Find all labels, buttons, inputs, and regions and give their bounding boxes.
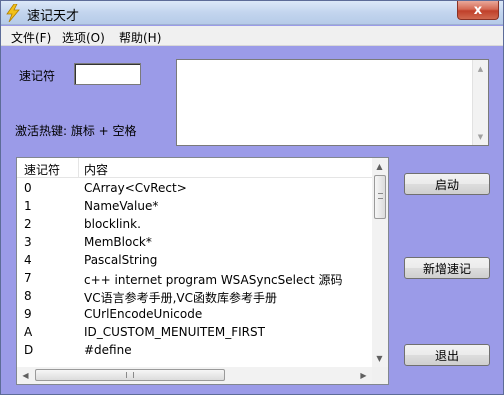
add-shortcut-button[interactable]: 新增速记 <box>404 257 490 279</box>
title-bar: 速记天才 x <box>1 1 503 25</box>
content-textarea[interactable]: ▲ ▼ <box>176 59 489 146</box>
row-value: CUrlEncodeUnicode <box>84 307 203 321</box>
row-value: c++ internet program WSASyncSelect 源码 <box>84 273 343 287</box>
vertical-scrollbar[interactable]: ▲ ▼ <box>372 158 388 367</box>
list-row[interactable]: 1 NameValue* <box>17 197 372 215</box>
vertical-scroll-thumb[interactable] <box>374 175 386 219</box>
list-row[interactable]: 9 CUrlEncodeUnicode <box>17 305 372 323</box>
close-button[interactable]: x <box>457 1 499 20</box>
menu-options[interactable]: 选项(O) <box>62 29 105 46</box>
list-row[interactable]: 2 blocklink. <box>17 215 372 233</box>
start-button[interactable]: 启动 <box>404 173 490 195</box>
list-row[interactable]: 3 MemBlock* <box>17 233 372 251</box>
scroll-up-icon[interactable]: ▲ <box>372 159 387 174</box>
row-value: PascalString <box>84 253 158 267</box>
row-value: NameValue* <box>84 199 159 213</box>
scroll-corner <box>372 367 388 384</box>
row-key: 2 <box>24 217 32 231</box>
scroll-up-icon[interactable]: ▲ <box>473 61 488 76</box>
list-header: 速记符 内容 <box>17 158 372 178</box>
textarea-scrollbar[interactable]: ▲ ▼ <box>472 60 488 145</box>
grip-icon <box>378 193 383 199</box>
exit-button[interactable]: 退出 <box>404 344 490 366</box>
row-key: 4 <box>24 253 32 267</box>
scroll-right-icon[interactable]: ▶ <box>356 368 371 383</box>
row-key: 3 <box>24 235 32 249</box>
lightning-bolt-icon <box>5 3 21 23</box>
scroll-down-icon[interactable]: ▼ <box>473 129 488 144</box>
row-key: D <box>24 343 34 357</box>
row-key: A <box>24 325 33 339</box>
horizontal-scrollbar[interactable]: ◀ ▶ <box>17 367 372 384</box>
row-value: VC语言参考手册,VC函数库参考手册 <box>84 291 277 305</box>
row-key: 9 <box>24 307 32 321</box>
window-title: 速记天才 <box>27 9 80 24</box>
list-row[interactable]: 0 CArray<CvRect> <box>17 179 372 197</box>
list-row[interactable]: 7 c++ internet program WSASyncSelect 源码 <box>17 269 372 287</box>
row-value: #define <box>84 343 132 357</box>
menu-bar: 文件(F) 选项(O) 帮助(H) <box>1 26 503 46</box>
list-row[interactable]: 8 VC语言参考手册,VC函数库参考手册 <box>17 287 372 305</box>
column-header-shortcut[interactable]: 速记符 <box>24 161 60 178</box>
row-value: blocklink. <box>84 217 141 231</box>
scroll-down-icon[interactable]: ▼ <box>372 351 387 366</box>
hotkey-label: 激活热键: 旗标 + 空格 <box>15 124 137 138</box>
app-window: 速记天才 x 文件(F) 选项(O) 帮助(H) 速记符 ▲ ▼ 激活热键: 旗… <box>0 0 504 395</box>
list-row[interactable]: 4 PascalString <box>17 251 372 269</box>
row-key: 7 <box>24 271 32 285</box>
menu-file[interactable]: 文件(F) <box>11 29 51 46</box>
shortcut-label: 速记符 <box>19 69 56 83</box>
row-value: MemBlock* <box>84 235 152 249</box>
shortcut-list[interactable]: 速记符 内容 0 CArray<CvRect> 1 NameValue* 2 bloc… <box>16 157 389 385</box>
horizontal-scroll-thumb[interactable] <box>35 369 225 381</box>
list-row[interactable]: D #define <box>17 341 372 359</box>
list-rows: 0 CArray<CvRect> 1 NameValue* 2 blocklink. … <box>17 179 372 359</box>
menu-help[interactable]: 帮助(H) <box>119 29 161 46</box>
row-key: 0 <box>24 181 32 195</box>
row-value: ID_CUSTOM_MENUITEM_FIRST <box>84 325 265 339</box>
column-header-content[interactable]: 内容 <box>84 161 108 178</box>
row-key: 1 <box>24 199 32 213</box>
column-divider[interactable] <box>78 158 79 178</box>
close-icon: x <box>473 2 483 18</box>
row-key: 8 <box>24 289 32 303</box>
list-row[interactable]: A ID_CUSTOM_MENUITEM_FIRST <box>17 323 372 341</box>
grip-icon <box>126 372 134 378</box>
shortcut-input[interactable] <box>74 63 141 85</box>
row-value: CArray<CvRect> <box>84 181 187 195</box>
scroll-left-icon[interactable]: ◀ <box>18 368 33 383</box>
